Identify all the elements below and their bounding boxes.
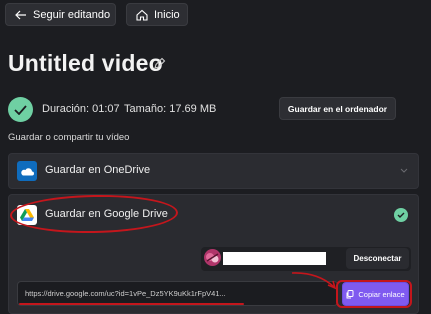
video-title: Untitled video [8, 50, 163, 76]
onedrive-icon [17, 161, 37, 181]
connected-check-icon [394, 208, 408, 222]
disconnect-label: Desconectar [353, 254, 402, 263]
home-button[interactable]: Inicio [126, 3, 188, 26]
account-name-redacted [223, 252, 326, 265]
home-icon [136, 9, 148, 21]
onedrive-label: Guardar en OneDrive [45, 164, 151, 176]
annotation-underline-link [19, 303, 244, 305]
disconnect-button[interactable]: Desconectar [346, 248, 409, 269]
home-button-label: Inicio [154, 8, 180, 21]
save-to-computer-button[interactable]: Guardar en el ordenador [279, 97, 396, 120]
video-size: Tamaño: 17.69 MB [124, 103, 217, 115]
video-duration: Duración: 01:07 [42, 103, 120, 115]
export-complete-icon [8, 97, 33, 122]
annotation-box-copy-button [336, 280, 412, 308]
back-to-editing-button[interactable]: Seguir editando [5, 3, 116, 26]
edit-title-icon[interactable] [153, 57, 166, 70]
share-section-label: Guardar o compartir tu vídeo [8, 132, 130, 143]
save-to-computer-label: Guardar en el ordenador [287, 103, 388, 114]
chevron-down-icon [400, 168, 408, 173]
share-link-text: https://drive.google.com/uc?id=1vPe_Dz5Y… [25, 289, 226, 298]
annotation-arrow-icon [291, 272, 337, 290]
account-avatar [204, 249, 221, 266]
back-button-label: Seguir editando [33, 8, 111, 21]
arrow-left-icon [15, 10, 26, 19]
